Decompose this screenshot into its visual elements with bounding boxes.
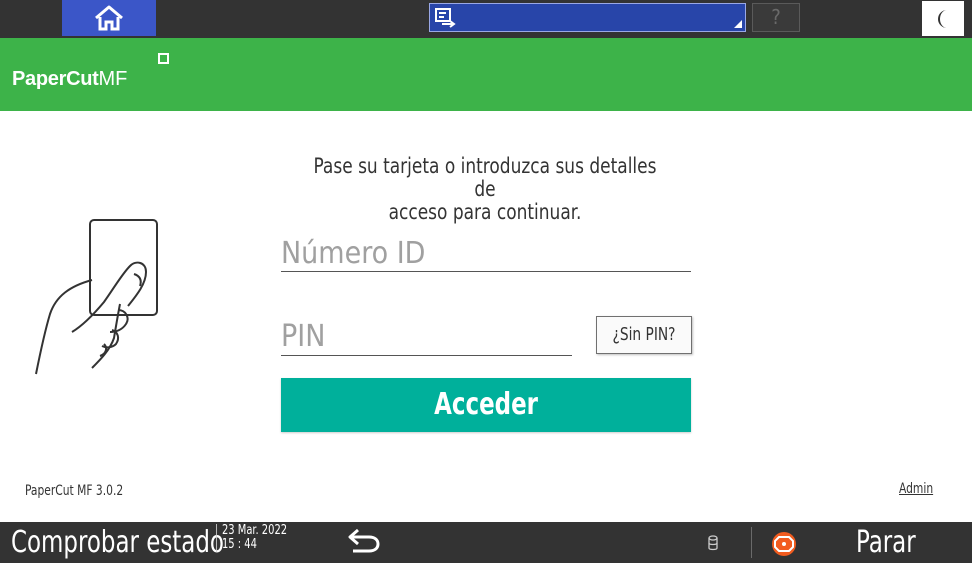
papercut-header: PaperCutMF xyxy=(0,38,972,111)
admin-link[interactable]: Admin xyxy=(899,481,933,497)
time-text: 15 : 44 xyxy=(221,537,257,552)
system-top-bar: ? xyxy=(0,0,972,38)
logo-paper-text: PaperCut xyxy=(12,68,99,90)
login-button-label: Acceder xyxy=(434,387,538,422)
version-text: PaperCut MF 3.0.2 xyxy=(25,483,124,499)
id-number-field[interactable] xyxy=(281,235,691,272)
system-bottom-bar: Comprobar estado 23 Mar. 2022 15 : 44 xyxy=(0,522,972,563)
date-text: 23 Mar. 2022 xyxy=(221,523,288,538)
home-button[interactable] xyxy=(62,0,156,36)
login-prompt-line-1: Pase su tarjeta o introduzca sus detalle… xyxy=(313,154,657,201)
pin-field[interactable] xyxy=(281,318,572,356)
energy-saver-button[interactable] xyxy=(922,1,964,36)
check-status-button[interactable]: Comprobar estado xyxy=(11,522,224,563)
help-button[interactable]: ? xyxy=(752,3,800,32)
stop-icon[interactable] xyxy=(770,530,798,558)
bottom-bar-divider xyxy=(751,527,752,558)
login-prompt: Pase su tarjeta o introduzca sus detalle… xyxy=(301,155,670,224)
no-pin-label: ¿Sin PIN? xyxy=(612,324,676,345)
login-prompt-line-2: acceso para continuar. xyxy=(388,200,582,224)
no-pin-button[interactable]: ¿Sin PIN? xyxy=(596,316,692,354)
date-time-display: 23 Mar. 2022 15 : 44 xyxy=(216,524,287,552)
home-icon xyxy=(95,5,123,31)
logo-mf-text: MF xyxy=(98,68,128,90)
app-switch-selector[interactable] xyxy=(429,3,746,32)
papercut-logo: PaperCutMF xyxy=(12,68,127,91)
dropdown-corner-icon xyxy=(734,20,742,28)
app-switch-icon xyxy=(435,8,456,28)
hand-holding-card-icon xyxy=(35,219,158,375)
moon-icon xyxy=(938,9,947,28)
stop-button-label[interactable]: Parar xyxy=(856,522,916,563)
logo-square-icon xyxy=(158,53,169,64)
login-button[interactable]: Acceder xyxy=(281,378,691,432)
data-indicator-icon xyxy=(708,535,718,551)
back-arrow-icon[interactable] xyxy=(345,527,381,555)
